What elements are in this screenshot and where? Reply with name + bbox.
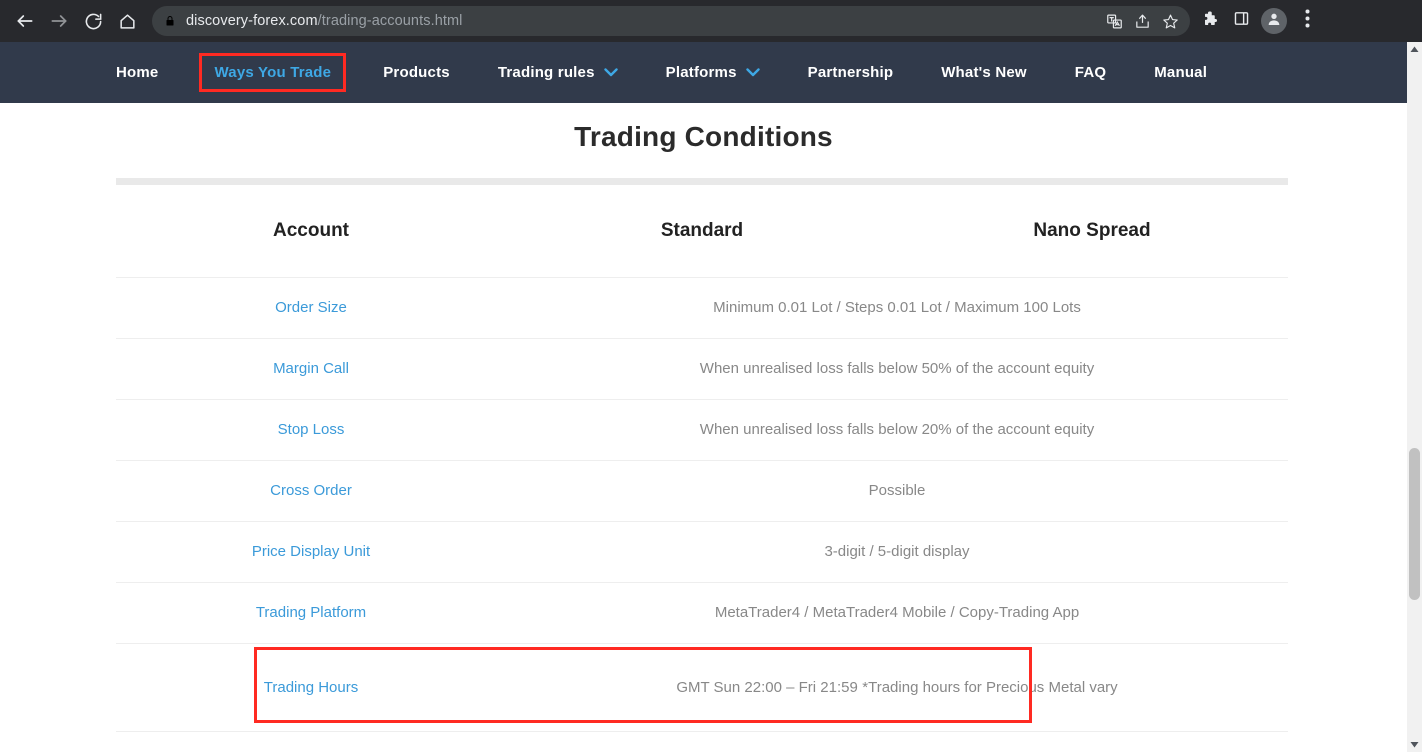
page-scrollbar[interactable]	[1407, 42, 1422, 752]
row-value-cell: 3-digit / 5-digit display	[824, 543, 970, 560]
page-content: Trading Conditions Account Standard Nano …	[0, 103, 1407, 752]
nav-item-label: Ways You Trade	[214, 64, 332, 81]
table-row: Trading Platform MetaTrader4 / MetaTrade…	[116, 583, 1288, 644]
header-cell-nano-spread: Nano Spread	[1033, 220, 1151, 241]
lock-icon	[164, 14, 176, 28]
nav-item-label: Partnership	[807, 64, 894, 81]
scrollbar-thumb[interactable]	[1409, 448, 1420, 600]
translate-icon[interactable]	[1100, 7, 1128, 35]
chrome-right-actions	[1196, 4, 1322, 38]
row-label-cell: Order Size	[116, 299, 506, 317]
row-value-cell: MetaTrader4 / MetaTrader4 Mobile / Copy-…	[714, 604, 1080, 621]
nav-right-filler	[1392, 42, 1407, 103]
forward-arrow-icon	[49, 11, 69, 31]
table-row: Cross Order Possible	[116, 461, 1288, 522]
chevron-down-icon	[745, 68, 760, 77]
url-domain: discovery-forex.com	[186, 13, 318, 29]
nav-item-platforms[interactable]: Platforms	[666, 56, 760, 89]
nav-item-label: Home	[116, 64, 159, 81]
share-icon[interactable]	[1128, 7, 1156, 35]
header-cell-plans: Standard Nano Spread	[506, 220, 1288, 242]
table-row: Order Size Minimum 0.01 Lot / Steps 0.01…	[116, 278, 1288, 339]
row-value-cell: When unrealised loss falls below 20% of …	[699, 421, 1095, 438]
scroll-down-arrow-icon[interactable]	[1407, 737, 1422, 752]
row-value-cell: GMT Sun 22:00 – Fri 21:59 *Trading hours…	[506, 679, 1288, 697]
extensions-button[interactable]	[1196, 4, 1226, 38]
nav-item-label: Platforms	[665, 64, 737, 81]
avatar-icon	[1266, 11, 1282, 32]
nav-item-label: What's New	[941, 64, 1027, 81]
nav-list: Home Ways You Trade Products Trading rul…	[116, 53, 1255, 92]
nav-item-trading-rules[interactable]: Trading rules	[498, 56, 618, 89]
nav-item-home[interactable]: Home	[116, 56, 158, 89]
nav-item-partnership[interactable]: Partnership	[808, 56, 894, 89]
row-label-link[interactable]: Trading Platform	[256, 604, 366, 621]
row-value-cell: When unrealised loss falls below 50% of …	[699, 360, 1095, 377]
row-label-cell: Margin Call	[116, 360, 506, 378]
back-button[interactable]	[8, 4, 42, 38]
header-cell-standard: Standard	[660, 220, 744, 241]
nav-item-label: FAQ	[1074, 64, 1107, 81]
trading-hours-value: GMT Sun 22:00 – Fri 21:59	[676, 678, 858, 696]
address-bar[interactable]: discovery-forex.com/trading-accounts.htm…	[152, 6, 1190, 36]
url-text: discovery-forex.com/trading-accounts.htm…	[186, 13, 463, 29]
row-label-cell: Cross Order	[116, 482, 506, 500]
table-top-bar	[116, 178, 1288, 185]
home-button[interactable]	[110, 4, 144, 38]
side-panel-button[interactable]	[1226, 4, 1256, 38]
table-header-row: Account Standard Nano Spread	[116, 185, 1288, 278]
star-icon[interactable]	[1156, 7, 1184, 35]
header-cell-account: Account	[273, 220, 349, 241]
row-label-cell: Trading Platform	[116, 604, 506, 622]
scroll-up-arrow-icon[interactable]	[1407, 42, 1422, 57]
browser-toolbar: discovery-forex.com/trading-accounts.htm…	[0, 0, 1422, 42]
site-navigation-bar: Home Ways You Trade Products Trading rul…	[0, 42, 1407, 103]
trading-hours-note: *Trading hours for Precious Metal vary	[862, 678, 1118, 696]
nav-item-label: Products	[383, 64, 450, 81]
nav-item-label: Trading rules	[497, 64, 595, 81]
row-label-link[interactable]: Trading Hours	[264, 679, 358, 696]
row-value-cell: Possible	[868, 482, 926, 499]
trading-conditions-table: Account Standard Nano Spread Order Size M…	[116, 178, 1288, 732]
puzzle-icon	[1202, 10, 1220, 33]
three-dot-menu-icon	[1305, 9, 1310, 33]
table-row: Margin Call When unrealised loss falls b…	[116, 339, 1288, 400]
nav-item-products[interactable]: Products	[383, 56, 450, 89]
url-path: /trading-accounts.html	[317, 13, 463, 29]
row-label-link[interactable]: Price Display Unit	[252, 543, 370, 560]
profile-button[interactable]	[1261, 8, 1287, 34]
page-title: Trading Conditions	[574, 121, 833, 152]
row-label-cell: Trading Hours	[116, 679, 506, 697]
nav-item-ways-you-trade[interactable]: Ways You Trade	[199, 53, 347, 92]
nav-item-manual[interactable]: Manual	[1154, 56, 1207, 89]
back-arrow-icon	[15, 11, 35, 31]
chevron-down-icon	[603, 68, 618, 77]
reload-button[interactable]	[76, 4, 110, 38]
row-label-cell: Price Display Unit	[116, 543, 506, 561]
row-label-link[interactable]: Margin Call	[273, 360, 349, 377]
omnibox-actions	[1100, 6, 1184, 36]
row-label-link[interactable]: Order Size	[275, 299, 347, 316]
reload-icon	[84, 12, 103, 31]
side-panel-icon	[1233, 10, 1250, 32]
forward-button[interactable]	[42, 4, 76, 38]
nav-item-label: Manual	[1154, 64, 1208, 81]
browser-menu-button[interactable]	[1292, 4, 1322, 38]
table-row: Price Display Unit 3-digit / 5-digit dis…	[116, 522, 1288, 583]
row-label-link[interactable]: Cross Order	[270, 482, 352, 499]
table-row-trading-hours: Trading Hours GMT Sun 22:00 – Fri 21:59 …	[116, 644, 1288, 732]
row-label-link[interactable]: Stop Loss	[278, 421, 345, 438]
row-value-cell: Minimum 0.01 Lot / Steps 0.01 Lot / Maxi…	[713, 299, 1081, 316]
home-icon	[118, 12, 137, 31]
row-label-cell: Stop Loss	[116, 421, 506, 439]
nav-item-faq[interactable]: FAQ	[1075, 56, 1106, 89]
nav-item-whats-new[interactable]: What's New	[941, 56, 1027, 89]
table-row: Stop Loss When unrealised loss falls bel…	[116, 400, 1288, 461]
